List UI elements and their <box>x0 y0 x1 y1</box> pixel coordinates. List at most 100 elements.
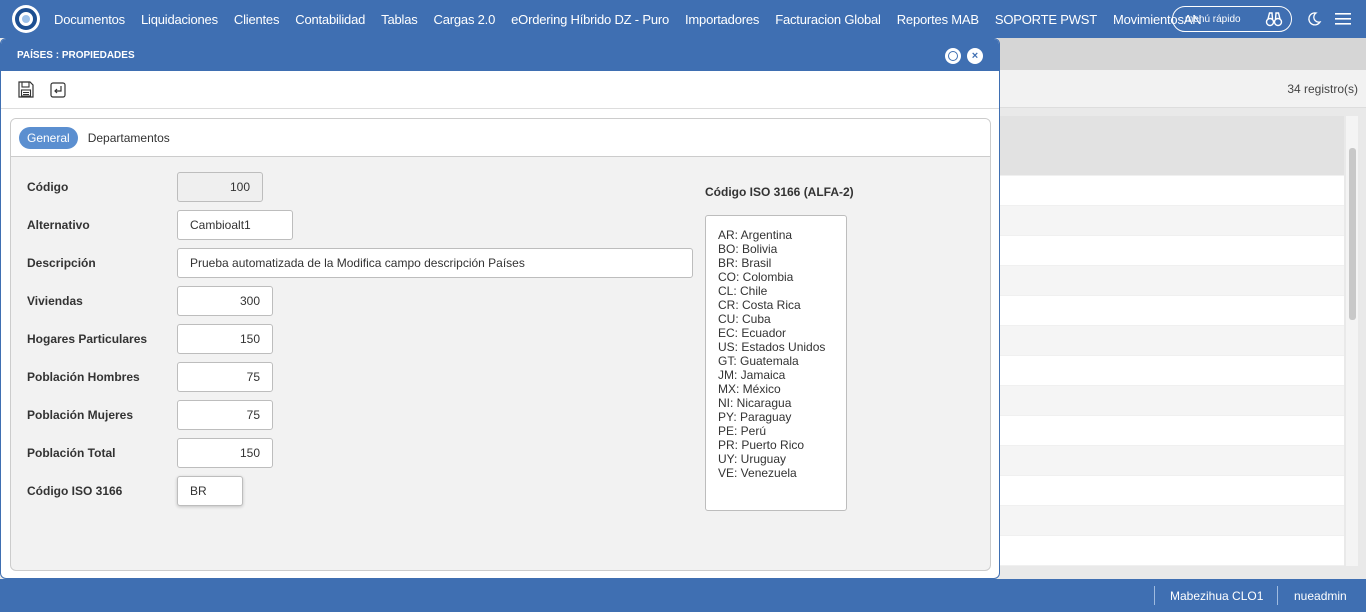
iso-item: UY: Uruguay <box>718 452 787 466</box>
footer-divider <box>1154 586 1155 605</box>
background-panel-header <box>998 38 1366 70</box>
iso-item: AR: Argentina <box>718 228 793 242</box>
menu-tablas[interactable]: Tablas <box>381 12 418 27</box>
grid-row[interactable] <box>998 386 1344 416</box>
close-icon[interactable]: × <box>967 48 983 64</box>
binoculars-icon <box>1265 12 1283 27</box>
total-field[interactable]: 150 <box>177 438 273 468</box>
grid-row[interactable] <box>998 416 1344 446</box>
properties-dialog: PAÍSES : PROPIEDADES × General Departame… <box>0 38 1000 579</box>
grid-row[interactable] <box>998 356 1344 386</box>
field-label: Población Total <box>27 446 116 460</box>
iso-item: CL: Chile <box>718 284 768 298</box>
form-row-hombres: Población Hombres 75 <box>27 362 273 392</box>
grid-row[interactable] <box>998 506 1344 536</box>
form-row-mujeres: Población Mujeres 75 <box>27 400 273 430</box>
mujeres-field[interactable]: 75 <box>177 400 273 430</box>
iso-item: CR: Costa Rica <box>718 298 801 312</box>
iso-list-title: Código ISO 3166 (ALFA-2) <box>705 185 854 199</box>
quick-menu-label: menú rápido <box>1185 13 1241 25</box>
menu-cargas[interactable]: Cargas 2.0 <box>434 12 496 27</box>
dialog-toolbar <box>1 71 999 109</box>
iso-item: EC: Ecuador <box>718 326 787 340</box>
menu-facturacion-global[interactable]: Facturacion Global <box>775 12 881 27</box>
iso-item: BR: Brasil <box>718 256 772 270</box>
background-toolbar: 34 registro(s) <box>998 70 1366 108</box>
grid-row[interactable] <box>998 236 1344 266</box>
iso-item: CU: Cuba <box>718 312 771 326</box>
menu-reportes-mab[interactable]: Reportes MAB <box>897 12 979 27</box>
form-row-alternativo: Alternativo Cambioalt1 <box>27 210 293 240</box>
field-label: Alternativo <box>27 218 90 232</box>
grid-row[interactable] <box>998 176 1344 206</box>
restore-icon[interactable] <box>945 48 961 64</box>
form-row-descripcion: Descripción Prueba automatizada de la Mo… <box>27 248 693 278</box>
form-row-iso: Código ISO 3166 BR <box>27 476 243 506</box>
user-label[interactable]: nueadmin <box>1294 579 1347 612</box>
descripcion-field[interactable]: Prueba automatizada de la Modifica campo… <box>177 248 693 278</box>
iso-code-field[interactable]: BR <box>177 476 243 506</box>
iso-item: NI: Nicaragua <box>718 396 792 410</box>
background-grid <box>998 116 1344 566</box>
status-bar: Mabezihua CLO1 nueadmin <box>0 579 1366 612</box>
viviendas-field[interactable]: 300 <box>177 286 273 316</box>
tab-bar: General Departamentos <box>11 119 990 157</box>
iso-item: BO: Bolivia <box>718 242 778 256</box>
grid-header-row <box>998 116 1344 176</box>
form-row-total: Población Total 150 <box>27 438 273 468</box>
codigo-field[interactable]: 100 <box>177 172 263 202</box>
iso-code-list: AR: Argentina BO: Bolivia BR: Brasil CO:… <box>705 215 847 511</box>
menu-liquidaciones[interactable]: Liquidaciones <box>141 12 218 27</box>
tab-general[interactable]: General <box>19 126 78 149</box>
tab-departamentos[interactable]: Departamentos <box>80 127 178 149</box>
grid-row[interactable] <box>998 476 1344 506</box>
top-navigation-bar: Documentos Liquidaciones Clientes Contab… <box>0 0 1366 38</box>
iso-item: US: Estados Unidos <box>718 340 826 354</box>
field-label: Código <box>27 180 69 194</box>
footer-divider <box>1277 586 1278 605</box>
iso-item: CO: Colombia <box>718 270 794 284</box>
grid-row[interactable] <box>998 446 1344 476</box>
quick-menu-button[interactable]: menú rápido <box>1172 6 1292 32</box>
iso-item: MX: México <box>718 382 781 396</box>
dialog-title: PAÍSES : PROPIEDADES <box>17 49 135 61</box>
grid-row[interactable] <box>998 326 1344 356</box>
company-label[interactable]: Mabezihua CLO1 <box>1170 579 1263 612</box>
form-row-viviendas: Viviendas 300 <box>27 286 273 316</box>
scrollbar-thumb[interactable] <box>1349 148 1356 320</box>
field-label: Viviendas <box>27 294 83 308</box>
iso-item: PY: Paraguay <box>718 410 792 424</box>
iso-item: GT: Guatemala <box>718 354 799 368</box>
save-icon[interactable] <box>17 81 35 99</box>
field-label: Población Hombres <box>27 370 140 384</box>
app-logo[interactable] <box>12 5 40 33</box>
iso-item: VE: Venezuela <box>718 466 797 480</box>
form-row-codigo: Código 100 <box>27 172 263 202</box>
menu-eordering[interactable]: eOrdering Híbrido DZ - Puro <box>511 12 669 27</box>
grid-row[interactable] <box>998 536 1344 566</box>
return-icon[interactable] <box>49 81 67 99</box>
menu-soporte-pwst[interactable]: SOPORTE PWST <box>995 12 1097 27</box>
tabs-panel: General Departamentos Código 100 Alterna… <box>10 118 991 571</box>
hombres-field[interactable]: 75 <box>177 362 273 392</box>
field-label: Código ISO 3166 <box>27 484 123 498</box>
grid-scrollbar[interactable] <box>1346 116 1358 566</box>
hogares-field[interactable]: 150 <box>177 324 273 354</box>
grid-row[interactable] <box>998 266 1344 296</box>
menu-documentos[interactable]: Documentos <box>54 12 125 27</box>
dialog-title-bar[interactable]: PAÍSES : PROPIEDADES <box>1 39 999 71</box>
menu-importadores[interactable]: Importadores <box>685 12 759 27</box>
record-count: 34 registro(s) <box>1287 82 1358 96</box>
menu-clientes[interactable]: Clientes <box>234 12 280 27</box>
grid-row[interactable] <box>998 296 1344 326</box>
field-label: Hogares Particulares <box>27 332 148 346</box>
hamburger-menu-icon[interactable] <box>1335 12 1351 26</box>
main-menu: Documentos Liquidaciones Clientes Contab… <box>54 0 1217 38</box>
iso-item: PE: Perú <box>718 424 767 438</box>
iso-item: JM: Jamaica <box>718 368 786 382</box>
menu-contabilidad[interactable]: Contabilidad <box>295 12 365 27</box>
alternativo-field[interactable]: Cambioalt1 <box>177 210 293 240</box>
dark-mode-icon[interactable] <box>1306 11 1322 27</box>
iso-item: PR: Puerto Rico <box>718 438 805 452</box>
grid-row[interactable] <box>998 206 1344 236</box>
